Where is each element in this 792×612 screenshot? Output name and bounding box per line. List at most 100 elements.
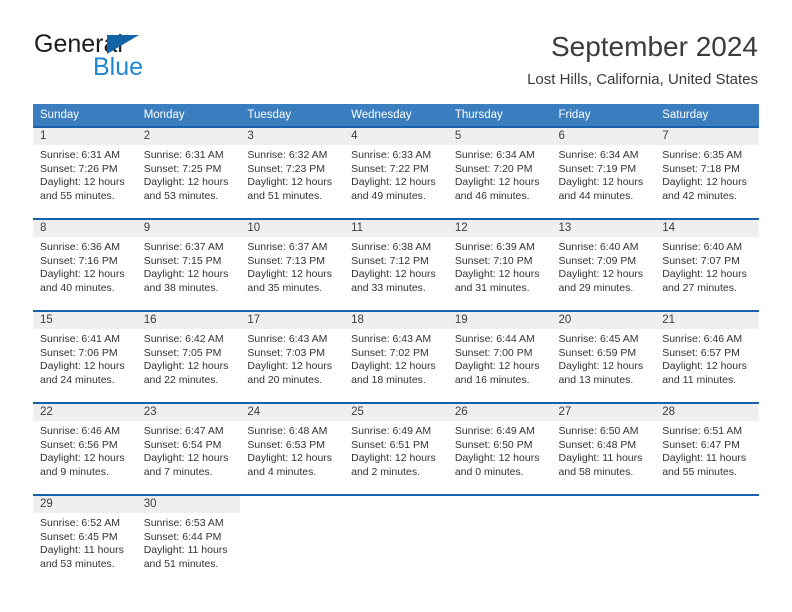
- day-cell-empty: [447, 494, 552, 586]
- day-number: 2: [136, 128, 241, 145]
- daylight-text: Daylight: 12 hours and 16 minutes.: [454, 360, 540, 386]
- sunrise-text: Sunrise: 6:42 AM: [143, 333, 224, 345]
- day-number: [552, 496, 656, 513]
- day-number: 4: [344, 128, 448, 145]
- sunrise-text: Sunrise: 6:53 AM: [143, 517, 224, 529]
- sunset-text: Sunset: 7:10 PM: [454, 254, 533, 267]
- sunset-text: Sunset: 7:19 PM: [558, 162, 637, 175]
- day-number: 21: [655, 312, 759, 329]
- day-number: 1: [33, 128, 137, 145]
- day-number: [448, 496, 552, 513]
- day-number: 29: [33, 496, 137, 513]
- weekday-header-wednesday: Wednesday: [344, 104, 448, 127]
- daylight-text: Daylight: 12 hours and 42 minutes.: [662, 176, 747, 202]
- sunset-text: Sunset: 6:47 PM: [662, 438, 740, 451]
- sunrise-text: Sunrise: 6:37 AM: [143, 241, 224, 253]
- day-cell-empty: [655, 494, 759, 586]
- day-cell[interactable]: 22 Sunrise: 6:46 AM Sunset: 6:56 PM Dayl…: [33, 402, 137, 495]
- sunrise-text: Sunrise: 6:35 AM: [662, 149, 743, 161]
- day-number: 30: [136, 496, 241, 513]
- daylight-text: Daylight: 12 hours and 20 minutes.: [247, 360, 333, 386]
- day-number: 24: [240, 404, 345, 421]
- sunrise-text: Sunrise: 6:40 AM: [662, 241, 743, 253]
- day-cell[interactable]: 7 Sunrise: 6:35 AM Sunset: 7:18 PM Dayli…: [655, 126, 759, 219]
- daylight-text: Daylight: 12 hours and 33 minutes.: [351, 268, 436, 294]
- sunset-text: Sunset: 6:56 PM: [40, 438, 118, 451]
- day-details: Sunrise: 6:34 AM Sunset: 7:19 PM Dayligh…: [552, 145, 656, 203]
- day-cell[interactable]: 13 Sunrise: 6:40 AM Sunset: 7:09 PM Dayl…: [551, 218, 656, 311]
- day-cell[interactable]: 12 Sunrise: 6:39 AM Sunset: 7:10 PM Dayl…: [447, 218, 552, 311]
- day-cell[interactable]: 6 Sunrise: 6:34 AM Sunset: 7:19 PM Dayli…: [551, 126, 656, 219]
- day-cell[interactable]: 21 Sunrise: 6:46 AM Sunset: 6:57 PM Dayl…: [655, 310, 759, 403]
- day-cell[interactable]: 25 Sunrise: 6:49 AM Sunset: 6:51 PM Dayl…: [344, 402, 448, 495]
- day-cell[interactable]: 4 Sunrise: 6:33 AM Sunset: 7:22 PM Dayli…: [344, 126, 448, 219]
- triangle-icon: [107, 35, 139, 54]
- day-cell[interactable]: 15 Sunrise: 6:41 AM Sunset: 7:06 PM Dayl…: [33, 310, 137, 403]
- weekday-header-friday: Friday: [551, 104, 656, 127]
- day-cell[interactable]: 18 Sunrise: 6:43 AM Sunset: 7:02 PM Dayl…: [344, 310, 448, 403]
- day-cell[interactable]: 17 Sunrise: 6:43 AM Sunset: 7:03 PM Dayl…: [240, 310, 345, 403]
- week-row: 29 Sunrise: 6:52 AM Sunset: 6:45 PM Dayl…: [33, 494, 759, 586]
- day-cell[interactable]: 28 Sunrise: 6:51 AM Sunset: 6:47 PM Dayl…: [655, 402, 759, 495]
- sunrise-text: Sunrise: 6:31 AM: [143, 149, 224, 161]
- day-details: Sunrise: 6:52 AM Sunset: 6:45 PM Dayligh…: [33, 513, 137, 571]
- sunrise-text: Sunrise: 6:48 AM: [247, 425, 328, 437]
- day-cell[interactable]: 1 Sunrise: 6:31 AM Sunset: 7:26 PM Dayli…: [33, 126, 137, 219]
- calendar-body: 1 Sunrise: 6:31 AM Sunset: 7:26 PM Dayli…: [33, 126, 759, 586]
- day-cell[interactable]: 10 Sunrise: 6:37 AM Sunset: 7:13 PM Dayl…: [240, 218, 345, 311]
- day-cell[interactable]: 2 Sunrise: 6:31 AM Sunset: 7:25 PM Dayli…: [136, 126, 241, 219]
- day-cell[interactable]: 14 Sunrise: 6:40 AM Sunset: 7:07 PM Dayl…: [655, 218, 759, 311]
- daylight-text: Daylight: 12 hours and 11 minutes.: [662, 360, 747, 386]
- sunset-text: Sunset: 6:48 PM: [558, 438, 637, 451]
- daylight-text: Daylight: 12 hours and 44 minutes.: [558, 176, 644, 202]
- day-cell[interactable]: 9 Sunrise: 6:37 AM Sunset: 7:15 PM Dayli…: [136, 218, 241, 311]
- day-details: Sunrise: 6:42 AM Sunset: 7:05 PM Dayligh…: [137, 329, 241, 387]
- sunset-text: Sunset: 7:07 PM: [662, 254, 740, 267]
- day-number: 5: [447, 128, 552, 145]
- day-cell[interactable]: 8 Sunrise: 6:36 AM Sunset: 7:16 PM Dayli…: [33, 218, 137, 311]
- day-details: Sunrise: 6:38 AM Sunset: 7:12 PM Dayligh…: [344, 237, 448, 295]
- day-details: Sunrise: 6:50 AM Sunset: 6:48 PM Dayligh…: [552, 421, 656, 479]
- daylight-text: Daylight: 12 hours and 29 minutes.: [558, 268, 644, 294]
- sunrise-text: Sunrise: 6:52 AM: [40, 517, 120, 529]
- day-number: 3: [240, 128, 345, 145]
- day-cell[interactable]: 16 Sunrise: 6:42 AM Sunset: 7:05 PM Dayl…: [136, 310, 241, 403]
- day-details: Sunrise: 6:39 AM Sunset: 7:10 PM Dayligh…: [448, 237, 552, 295]
- day-details: Sunrise: 6:34 AM Sunset: 7:20 PM Dayligh…: [448, 145, 552, 203]
- daylight-text: Daylight: 12 hours and 53 minutes.: [143, 176, 229, 202]
- sunrise-text: Sunrise: 6:31 AM: [40, 149, 120, 161]
- sunrise-text: Sunrise: 6:34 AM: [454, 149, 535, 161]
- day-cell[interactable]: 26 Sunrise: 6:49 AM Sunset: 6:50 PM Dayl…: [447, 402, 552, 495]
- day-details: Sunrise: 6:53 AM Sunset: 6:44 PM Dayligh…: [137, 513, 241, 571]
- sunset-text: Sunset: 7:26 PM: [40, 162, 118, 175]
- daylight-text: Daylight: 12 hours and 22 minutes.: [143, 360, 229, 386]
- day-cell[interactable]: 30 Sunrise: 6:53 AM Sunset: 6:44 PM Dayl…: [136, 494, 241, 586]
- page-header: General Blue September 2024 Lost Hills, …: [0, 0, 792, 88]
- day-details: Sunrise: 6:44 AM Sunset: 7:00 PM Dayligh…: [448, 329, 552, 387]
- day-details: Sunrise: 6:41 AM Sunset: 7:06 PM Dayligh…: [33, 329, 137, 387]
- sunset-text: Sunset: 6:59 PM: [558, 346, 637, 359]
- sunrise-text: Sunrise: 6:43 AM: [247, 333, 328, 345]
- daylight-text: Daylight: 12 hours and 49 minutes.: [351, 176, 436, 202]
- day-cell[interactable]: 27 Sunrise: 6:50 AM Sunset: 6:48 PM Dayl…: [551, 402, 656, 495]
- weekday-header-thursday: Thursday: [447, 104, 552, 127]
- sunrise-text: Sunrise: 6:36 AM: [40, 241, 120, 253]
- day-cell[interactable]: 5 Sunrise: 6:34 AM Sunset: 7:20 PM Dayli…: [447, 126, 552, 219]
- day-number: 19: [447, 312, 552, 329]
- location-subtitle: Lost Hills, California, United States: [527, 71, 758, 88]
- day-details: Sunrise: 6:32 AM Sunset: 7:23 PM Dayligh…: [240, 145, 344, 203]
- sunrise-text: Sunrise: 6:41 AM: [40, 333, 120, 345]
- day-number: [655, 496, 759, 513]
- day-cell[interactable]: 3 Sunrise: 6:32 AM Sunset: 7:23 PM Dayli…: [240, 126, 345, 219]
- day-cell[interactable]: 29 Sunrise: 6:52 AM Sunset: 6:45 PM Dayl…: [33, 494, 137, 586]
- daylight-text: Daylight: 12 hours and 0 minutes.: [454, 452, 540, 478]
- day-details: Sunrise: 6:49 AM Sunset: 6:50 PM Dayligh…: [448, 421, 552, 479]
- day-number: 27: [551, 404, 656, 421]
- day-cell[interactable]: 20 Sunrise: 6:45 AM Sunset: 6:59 PM Dayl…: [551, 310, 656, 403]
- day-cell[interactable]: 11 Sunrise: 6:38 AM Sunset: 7:12 PM Dayl…: [344, 218, 448, 311]
- day-details: Sunrise: 6:43 AM Sunset: 7:03 PM Dayligh…: [240, 329, 344, 387]
- daylight-text: Daylight: 12 hours and 9 minutes.: [40, 452, 125, 478]
- day-cell[interactable]: 19 Sunrise: 6:44 AM Sunset: 7:00 PM Dayl…: [447, 310, 552, 403]
- day-cell[interactable]: 24 Sunrise: 6:48 AM Sunset: 6:53 PM Dayl…: [240, 402, 345, 495]
- day-cell[interactable]: 23 Sunrise: 6:47 AM Sunset: 6:54 PM Dayl…: [136, 402, 241, 495]
